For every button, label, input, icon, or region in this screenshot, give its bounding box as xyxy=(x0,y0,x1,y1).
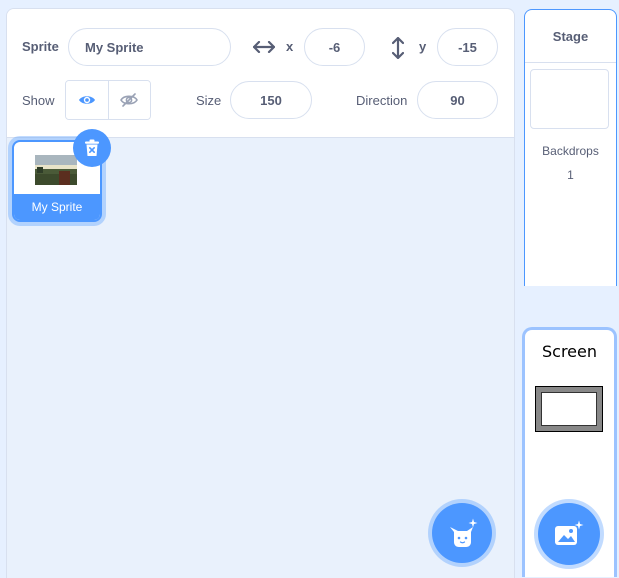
eye-icon xyxy=(78,96,95,104)
y-field[interactable]: -15 xyxy=(437,28,498,66)
trash-icon xyxy=(85,139,99,156)
x-field[interactable]: -6 xyxy=(304,28,365,66)
delete-sprite-button[interactable] xyxy=(73,129,111,167)
direction-field[interactable]: 90 xyxy=(417,81,498,119)
screen-preview xyxy=(535,386,603,432)
stage-header: Stage xyxy=(525,10,616,63)
add-backdrop-button[interactable] xyxy=(538,503,600,565)
screen-preview-inner xyxy=(541,392,597,426)
cat-plus-icon xyxy=(450,518,478,547)
y-label: y xyxy=(419,39,427,54)
stage-panel[interactable]: Stage Backdrops 1 xyxy=(524,9,617,286)
x-label: x xyxy=(286,39,294,54)
size-label: Size xyxy=(196,93,222,108)
horizontal-arrows-icon xyxy=(253,41,275,53)
sprite-info-bar: Sprite My Sprite x -6 y -15 Show Size 15… xyxy=(7,9,514,138)
sprite-name-field[interactable]: My Sprite xyxy=(68,28,231,66)
image-plus-icon xyxy=(555,520,584,545)
show-toggle-group xyxy=(65,80,151,120)
backdrops-label: Backdrops xyxy=(542,144,599,158)
sprite-name-label: My Sprite xyxy=(14,194,100,220)
size-field[interactable]: 150 xyxy=(230,81,312,119)
screen-title: Screen xyxy=(541,342,597,361)
eye-slash-icon xyxy=(120,93,139,107)
sprite-label: Sprite xyxy=(22,39,59,54)
backdrops-count: 1 xyxy=(567,168,574,182)
stage-thumbnail[interactable] xyxy=(530,69,609,129)
sprite-thumbnail xyxy=(35,155,77,185)
show-label: Show xyxy=(22,93,55,108)
vertical-arrows-icon xyxy=(392,37,404,59)
show-hidden-button[interactable] xyxy=(107,81,150,119)
show-visible-button[interactable] xyxy=(66,81,108,119)
sprite-pane: Sprite My Sprite x -6 y -15 Show Size 15… xyxy=(6,8,515,578)
direction-label: Direction xyxy=(356,93,408,108)
add-sprite-button[interactable] xyxy=(432,503,492,563)
